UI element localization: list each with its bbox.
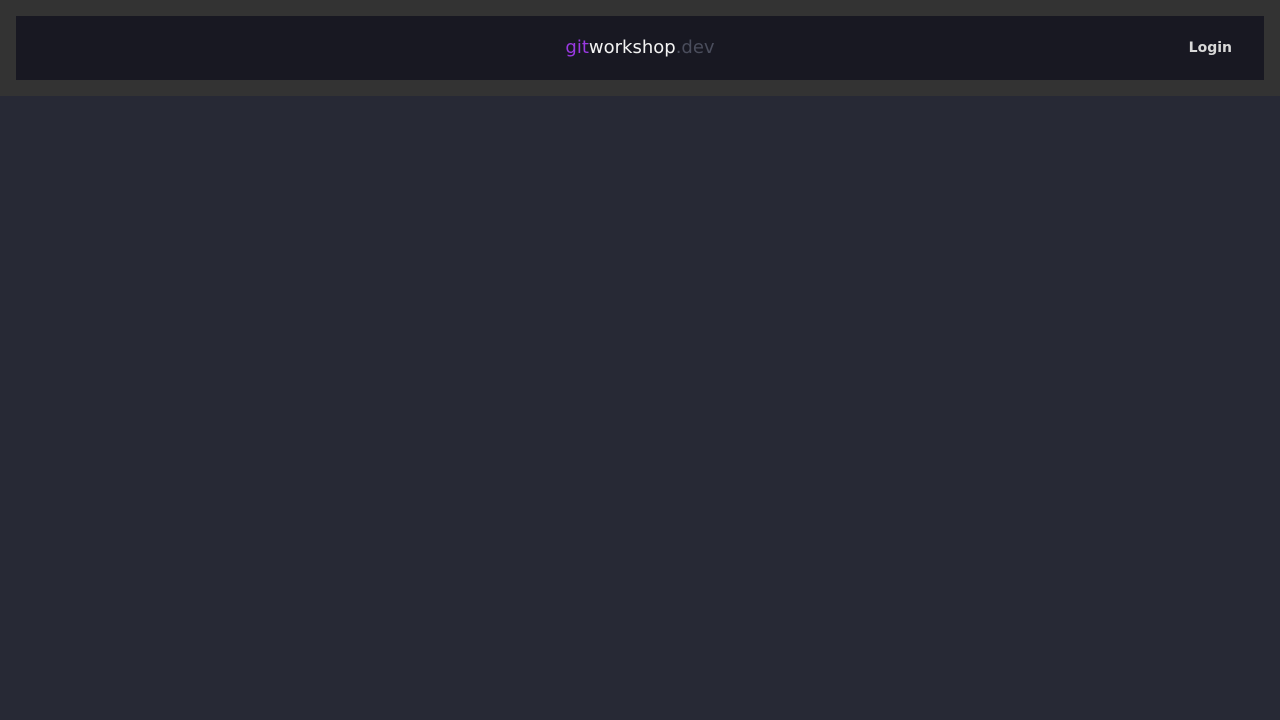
logo-workshop-text: workshop <box>588 37 676 58</box>
header-bar: gitworkshop.dev Login <box>16 16 1264 80</box>
logo-dev-text: .dev <box>675 37 715 58</box>
site-logo[interactable]: gitworkshop.dev <box>16 16 1264 80</box>
login-button[interactable]: Login <box>1189 16 1232 80</box>
header-frame: gitworkshop.dev Login <box>0 0 1280 96</box>
logo-git-text: git <box>565 37 589 58</box>
main-content-area <box>0 96 1280 720</box>
